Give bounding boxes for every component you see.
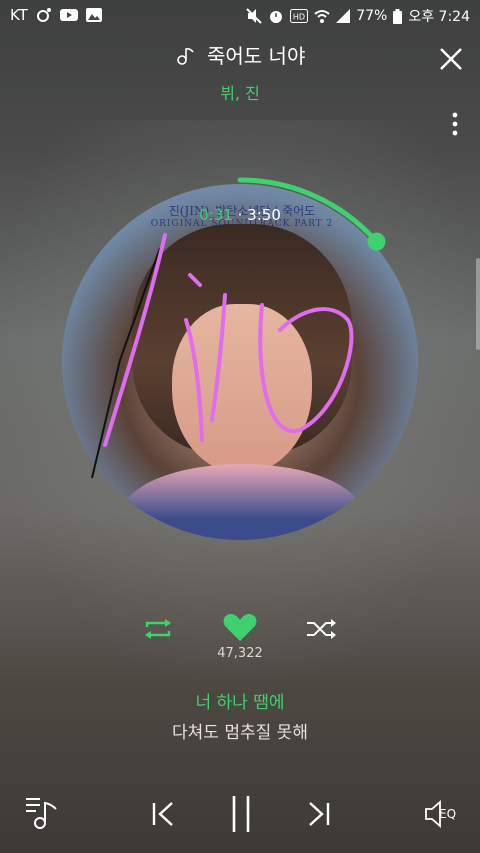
pause-icon[interactable] (228, 794, 254, 834)
pen-stroke-1 (103, 233, 167, 447)
shuffle-icon[interactable] (305, 618, 337, 640)
progress-knob[interactable] (367, 232, 386, 251)
time-separator: · (237, 206, 243, 224)
pen-stroke-colon (184, 273, 204, 442)
like-count: 47,322 (217, 646, 263, 661)
like-heart-icon[interactable] (223, 612, 257, 642)
playback-time: 0:31 · 3:50 (0, 206, 480, 224)
music-player-screen: KT HD 77% 오후 7:24 죽어도 너야 뷔, 진 진(JIN)_방탄소… (0, 0, 480, 853)
playlist-icon[interactable] (24, 795, 60, 831)
pen-stroke-black (91, 247, 161, 479)
total-duration: 3:50 (247, 206, 281, 224)
repeat-icon[interactable] (143, 618, 173, 640)
handwritten-annotation (91, 233, 354, 479)
current-time: 0:31 (199, 206, 233, 224)
pen-stroke-1b (210, 293, 227, 422)
lyric-current-line[interactable]: 너 하나 땜에 (0, 688, 480, 713)
pen-stroke-0 (258, 303, 354, 434)
eq-button[interactable]: EQ (424, 800, 464, 830)
action-row (0, 612, 480, 672)
previous-icon[interactable] (150, 800, 178, 828)
eq-label: EQ (439, 807, 457, 821)
next-icon[interactable] (304, 800, 332, 828)
lyric-next-line[interactable]: 다쳐도 멈추질 못해 (0, 718, 480, 743)
